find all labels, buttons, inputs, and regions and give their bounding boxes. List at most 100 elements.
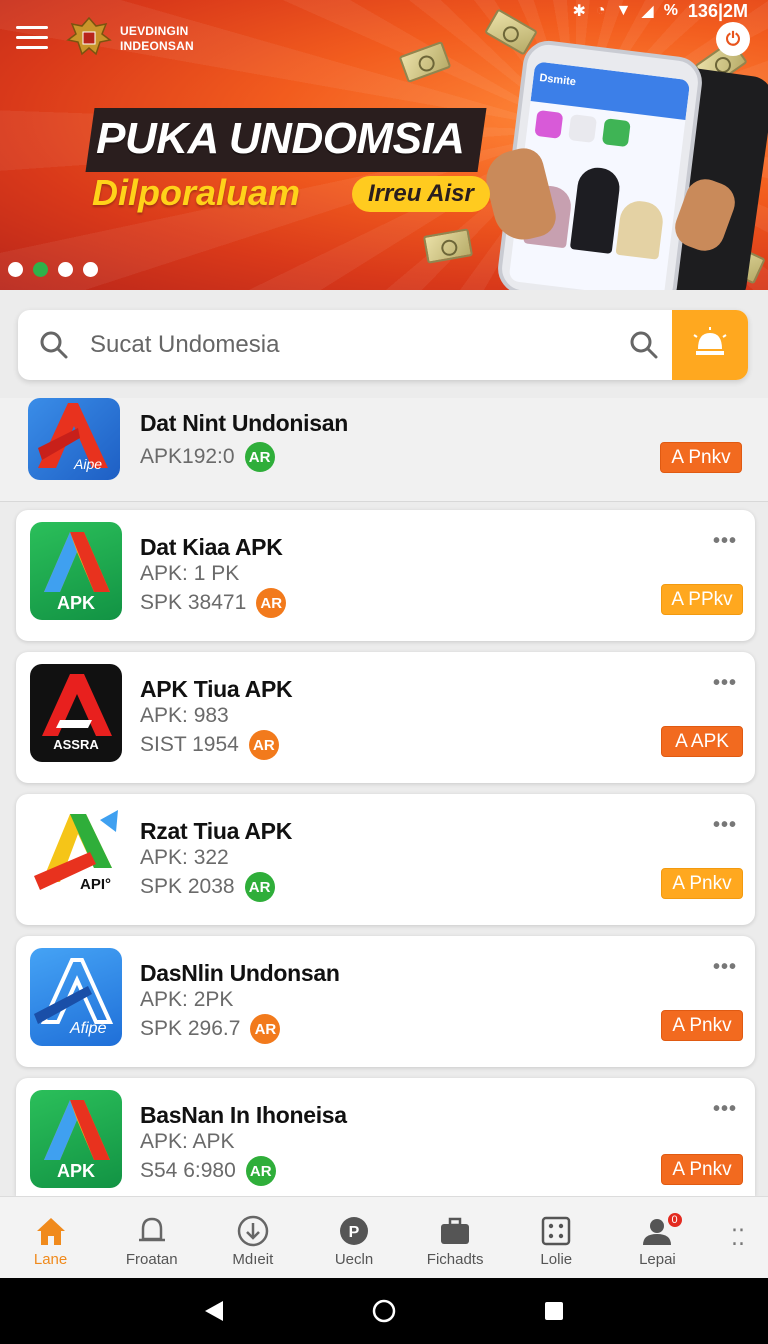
nav-label: Froatan	[125, 1251, 178, 1268]
nav-label: Mdıeit	[232, 1251, 274, 1268]
more-options-icon[interactable]: •••	[713, 1098, 737, 1121]
signal-icon: ◢	[641, 3, 654, 20]
app-size: S54 6:980 AR	[140, 1156, 276, 1186]
banner-subline: Dilporaluam	[92, 172, 301, 213]
more-options-icon[interactable]: •••	[713, 672, 737, 695]
ar-badge: AR	[250, 1014, 281, 1044]
ar-badge: AR	[245, 1156, 276, 1186]
nav-item-mdieit[interactable]: Mdıeit	[202, 1197, 303, 1278]
carousel-dot[interactable]	[83, 262, 98, 277]
nav-label: Lepai	[639, 1251, 676, 1268]
menu-icon[interactable]	[16, 26, 48, 50]
status-bar: ✱ ◔ ▼ ◢ % 136|2M	[572, 0, 748, 22]
more-options-icon[interactable]: •••	[713, 814, 737, 837]
app-card[interactable]: Afipe DasNlin Undonsan APK: 2PK SPK 296.…	[16, 936, 755, 1067]
search-submit-icon[interactable]	[616, 330, 672, 360]
carousel-dots	[8, 262, 98, 277]
app-version: APK: 983	[140, 704, 229, 727]
promo-banner[interactable]: UEVDINGIN INDEONSAN ✱ ◔ ▼ ◢ % 136|2M ⏻ D…	[0, 0, 768, 290]
app-icon: API°	[30, 806, 122, 904]
briefcase-icon	[441, 1217, 470, 1244]
app-size: SPK 2038 AR	[140, 872, 275, 902]
power-icon[interactable]: ⏻	[716, 22, 750, 56]
app-icon: Aipe	[28, 398, 120, 480]
alarm-icon: ◔	[595, 2, 606, 19]
battery-icon: %	[663, 2, 678, 19]
back-icon[interactable]	[203, 1299, 225, 1323]
app-name[interactable]: DasNlin Undonsan	[140, 960, 340, 987]
person-image	[615, 198, 666, 260]
nav-item-uecln[interactable]: P Uecln	[303, 1197, 404, 1278]
search-bar	[18, 310, 748, 380]
app-name[interactable]: Rzat Tiua APK	[140, 818, 292, 845]
app-card[interactable]: APK BasNan In Ihoneisa APK: APK S54 6:98…	[16, 1078, 755, 1196]
app-card[interactable]: API° Rzat Tiua APK APK: 322 SPK 2038 AR …	[16, 794, 755, 925]
download-button[interactable]: A Pnkv	[661, 868, 743, 899]
bottom-navigation: Lane Froatan Mdıeit P Uecln Fichadts Lol…	[0, 1196, 768, 1278]
app-size: SPK 296.7 AR	[140, 1014, 281, 1044]
system-navigation-bar	[0, 1278, 768, 1344]
download-button[interactable]: A Pnkv	[661, 1010, 743, 1041]
search-icon	[18, 330, 90, 360]
brand-line1: UEVDINGIN	[120, 24, 189, 38]
more-options-icon[interactable]: •••	[713, 530, 737, 553]
grid-icon	[542, 1216, 571, 1246]
ar-badge: AR	[256, 588, 287, 618]
app-name[interactable]: Dat Kiaa APK	[140, 534, 283, 561]
download-button[interactable]: A Pnkv	[661, 1154, 743, 1185]
app-icon: APK	[30, 1090, 122, 1188]
app-size: SPK 38471 AR	[140, 588, 287, 618]
nav-item-fichadts[interactable]: Fichadts	[405, 1197, 506, 1278]
app-name[interactable]: APK Tiua APK	[140, 676, 293, 703]
home-icon	[36, 1218, 65, 1245]
app-card[interactable]: APK Dat Kiaa APK APK: 1 PK SPK 38471 AR …	[16, 510, 755, 641]
bell-icon	[138, 1217, 165, 1242]
download-button[interactable]: A PPkv	[661, 584, 743, 615]
banner-headline: PUKA UNDOMSIA	[85, 108, 487, 172]
list-item[interactable]: Aipe Dat Nint Undonisan APK192:0 AR A Pn…	[0, 398, 768, 502]
app-icon: APK	[30, 522, 122, 620]
nav-label: Lolie	[540, 1251, 573, 1268]
app-version: APK: APK	[140, 1130, 235, 1153]
nav-label: Lane	[33, 1251, 68, 1268]
recents-icon[interactable]	[543, 1300, 565, 1322]
carousel-dot-active[interactable]	[33, 262, 48, 277]
emblem-icon	[66, 16, 112, 56]
download-button[interactable]: A APK	[661, 726, 743, 757]
banner-cta-button[interactable]: Irreu Aisr	[352, 176, 490, 212]
notification-badge: 0	[665, 1211, 684, 1229]
wifi-icon: ▼	[615, 2, 632, 19]
nav-item-froatan[interactable]: Froatan	[101, 1197, 202, 1278]
nav-label: Fichadts	[426, 1251, 484, 1268]
search-input[interactable]	[90, 331, 616, 359]
ar-badge: AR	[244, 442, 275, 472]
app-size: SIST 1954 AR	[140, 730, 279, 760]
app-name[interactable]: BasNan In Ihoneisa	[140, 1102, 347, 1129]
nav-item-lepai[interactable]: 0 Lepai	[607, 1197, 708, 1278]
clock: 136|2M	[687, 0, 748, 21]
more-options-icon[interactable]: •••	[713, 956, 737, 979]
profile-p-icon: P	[339, 1217, 368, 1245]
app-thumb-icon	[534, 109, 564, 139]
nav-item-home[interactable]: Lane	[0, 1197, 101, 1278]
carousel-dot[interactable]	[8, 262, 23, 277]
download-button[interactable]: A Pnkv	[660, 442, 742, 473]
nav-label: Uecln	[334, 1251, 374, 1268]
app-meta: APK192:0 AR	[140, 442, 275, 472]
app-name[interactable]: Dat Nint Undonisan	[140, 410, 348, 437]
app-card[interactable]: ASSRA APK Tiua APK APK: 983 SIST 1954 AR…	[16, 652, 755, 783]
carousel-dot[interactable]	[58, 262, 73, 277]
lamp-button[interactable]	[672, 310, 748, 380]
app-thumb-icon	[568, 114, 598, 144]
lamp-icon	[693, 327, 727, 355]
person-image	[569, 165, 623, 255]
download-icon	[237, 1215, 269, 1247]
brand-name: UEVDINGIN INDEONSAN	[120, 24, 194, 54]
ar-badge: AR	[244, 872, 275, 902]
svg-text:P: P	[349, 1224, 360, 1241]
app-icon: ASSRA	[30, 664, 122, 762]
home-circle-icon[interactable]	[371, 1298, 397, 1324]
ar-badge: AR	[248, 730, 279, 760]
more-dots-icon[interactable]: ⁚⁚	[708, 1197, 768, 1278]
nav-item-lolie[interactable]: Lolie	[506, 1197, 607, 1278]
